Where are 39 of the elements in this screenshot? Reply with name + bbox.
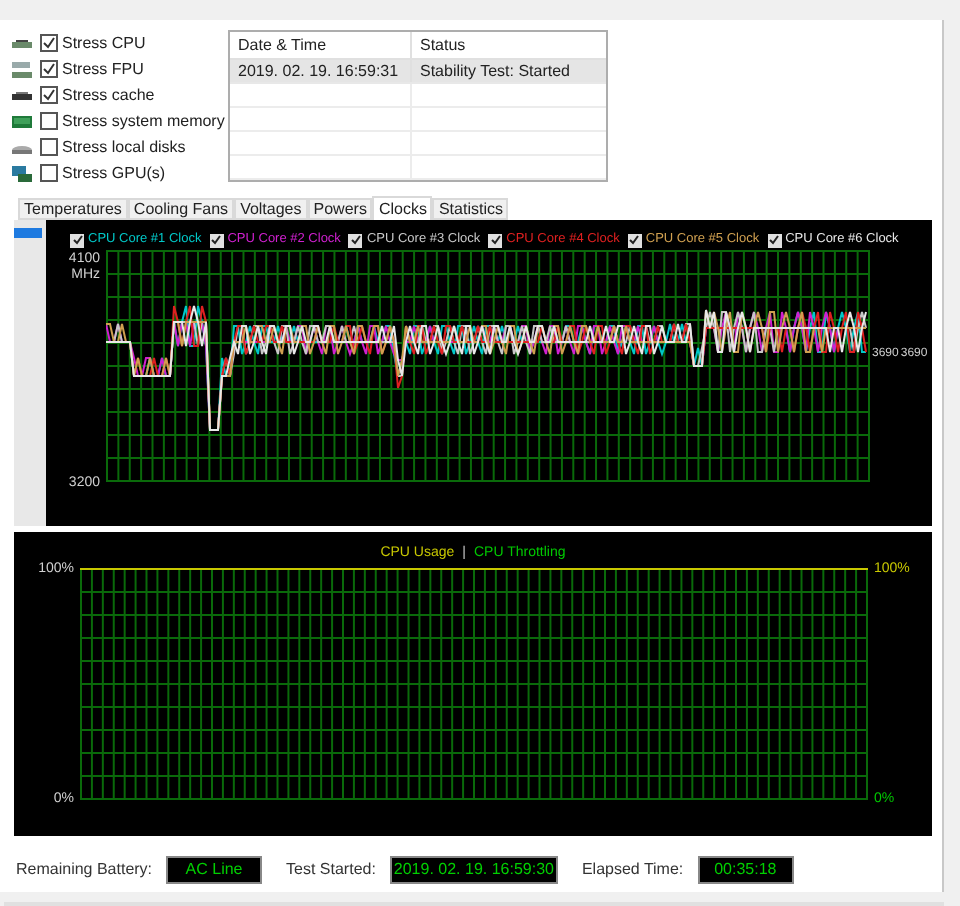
- checkbox[interactable]: [348, 233, 363, 247]
- tab[interactable]: Cooling Fans: [127, 198, 235, 220]
- checkbox-label[interactable]: Stress cache: [62, 85, 155, 105]
- column-header[interactable]: Date & Time: [230, 32, 412, 58]
- tab[interactable]: Temperatures: [18, 198, 128, 220]
- status-value: AC Line: [166, 855, 263, 883]
- tab[interactable]: Statistics: [432, 198, 509, 220]
- checkbox[interactable]: [627, 233, 642, 247]
- status-label: Elapsed Time:: [581, 857, 684, 881]
- tab[interactable]: Voltages: [234, 198, 308, 220]
- status-label: Test Started:: [286, 857, 376, 881]
- fpu-device-icon: [10, 59, 34, 79]
- table-cell-text: Stability Test: Started: [418, 60, 572, 82]
- checkbox-label[interactable]: Stress CPU: [62, 33, 146, 53]
- checkbox-label[interactable]: Stress local disks: [62, 137, 186, 157]
- tab[interactable]: Powers: [307, 198, 373, 220]
- memory-device-icon: [10, 111, 34, 131]
- checkbox[interactable]: [209, 233, 224, 247]
- checkbox[interactable]: [488, 233, 503, 247]
- status-value: 00:35:18: [697, 855, 794, 883]
- checkbox[interactable]: [40, 164, 58, 182]
- tab[interactable]: Clocks: [372, 196, 433, 222]
- status-label: Remaining Battery:: [16, 857, 153, 881]
- checkbox[interactable]: [767, 233, 782, 247]
- checkbox[interactable]: [40, 86, 58, 104]
- checkbox-label[interactable]: Stress GPU(s): [62, 163, 166, 183]
- checkbox[interactable]: [40, 34, 58, 52]
- checkbox[interactable]: [40, 138, 58, 156]
- checkbox-label[interactable]: Stress system memory: [62, 111, 225, 131]
- status-value: 2019. 02. 19. 16:59:30: [389, 855, 558, 883]
- checkbox-label[interactable]: Stress FPU: [62, 59, 144, 79]
- progress-marker: [14, 228, 42, 238]
- gpu-device-icon: [10, 163, 34, 183]
- checkbox[interactable]: [40, 112, 58, 130]
- table-cell: 2019. 02. 19. 16:59:31: [230, 60, 412, 82]
- table-row[interactable]: 2019. 02. 19. 16:59:31 Stability Test: Started: [230, 60, 606, 84]
- column-header[interactable]: Status: [412, 32, 606, 58]
- checkbox[interactable]: [40, 60, 58, 78]
- checkbox[interactable]: [70, 233, 84, 247]
